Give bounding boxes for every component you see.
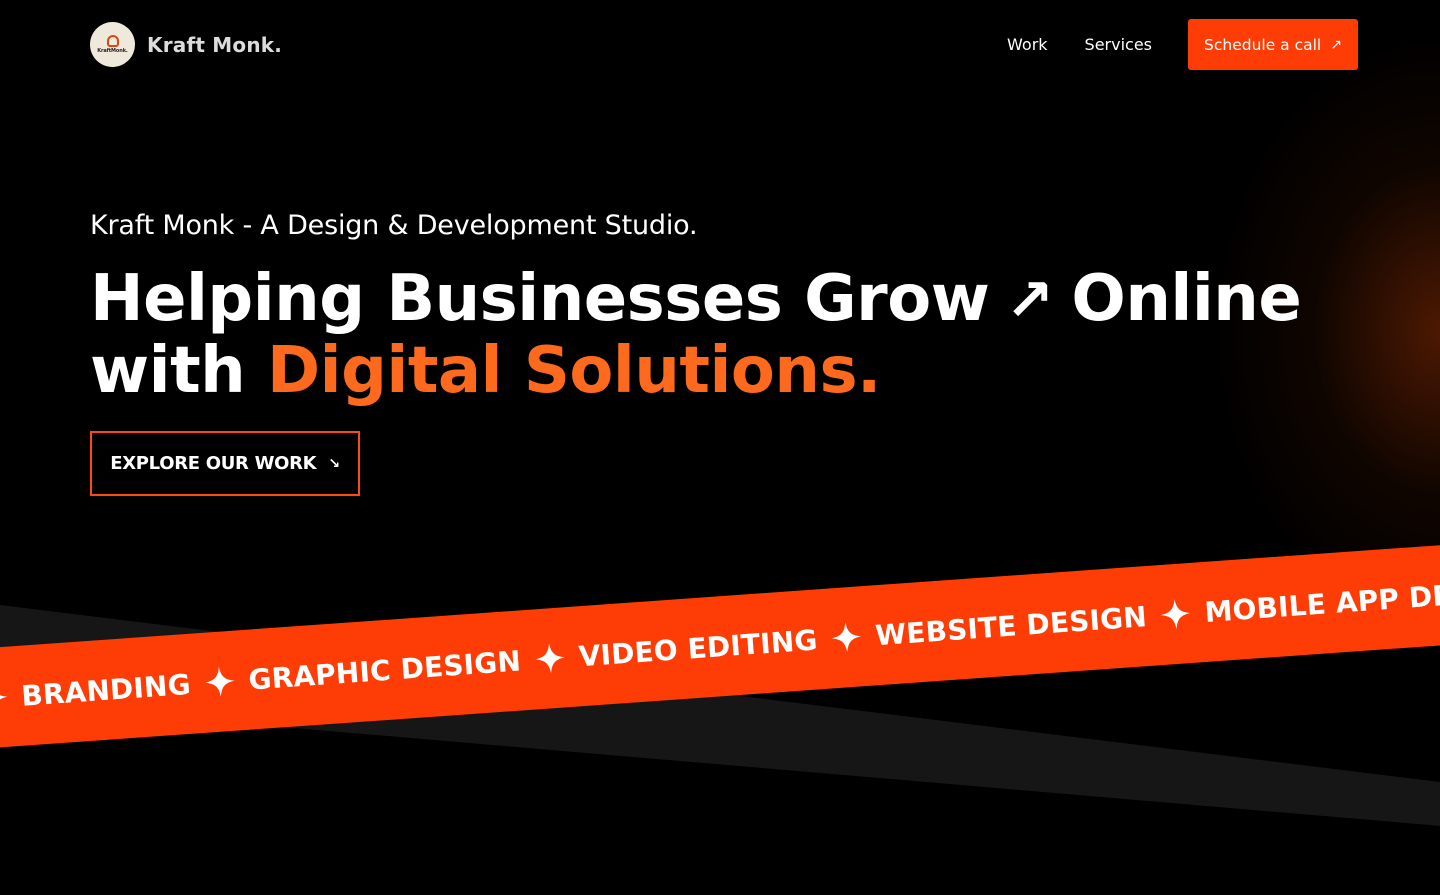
logo: KraftMonk. [90, 22, 135, 67]
arrow-down-right-icon: ↘ [328, 455, 340, 472]
nav-link-services[interactable]: Services [1085, 35, 1152, 54]
navbar: KraftMonk. Kraft Monk. Work Services Sch… [0, 0, 1440, 90]
ribbon-item: VIDEO EDITING [577, 622, 819, 673]
ribbon-item: MOBILE APP DESIGN [1203, 572, 1440, 629]
brand-home-link[interactable]: KraftMonk. Kraft Monk. [90, 22, 282, 67]
hero-title-part3: with [90, 334, 246, 408]
hero-subtitle: Kraft Monk - A Design & Development Stud… [90, 210, 698, 241]
hero-title: Helping Businesses Grow ↗ Online with Digi… [90, 264, 1340, 407]
hero-title-accent: Digital Solutions. [267, 334, 881, 408]
sparkle-star-icon [0, 682, 8, 714]
brand-name: Kraft Monk. [147, 32, 283, 57]
sparkle-star-icon [830, 621, 862, 653]
hero-title-part2: Online [1071, 262, 1302, 336]
page: KraftMonk. Kraft Monk. Work Services Sch… [0, 0, 1440, 895]
ribbon-item: GRAPHIC DESIGN [247, 643, 523, 697]
arrow-up-right-icon: ↗ [1005, 266, 1054, 334]
monk-logo-icon [106, 35, 119, 47]
explore-work-button[interactable]: EXPLORE OUR WORK ↘ [90, 431, 360, 496]
nav-links: Work Services Schedule a call ↗ [1007, 19, 1358, 70]
hero-title-part1: Helping Businesses Grow [90, 262, 990, 336]
explore-work-label: EXPLORE OUR WORK [110, 453, 317, 474]
sparkle-star-icon [204, 666, 236, 698]
ribbon-item: BRANDING [20, 667, 192, 713]
schedule-call-label: Schedule a call [1204, 35, 1322, 54]
logo-text: KraftMonk. [97, 48, 128, 54]
nav-link-work[interactable]: Work [1007, 35, 1048, 54]
schedule-call-button[interactable]: Schedule a call ↗ [1188, 19, 1358, 70]
sparkle-star-icon [1160, 598, 1192, 630]
arrow-up-right-icon: ↗ [1330, 36, 1342, 53]
ribbon-item: WEBSITE DESIGN [874, 599, 1148, 652]
sparkle-star-icon [534, 642, 566, 674]
